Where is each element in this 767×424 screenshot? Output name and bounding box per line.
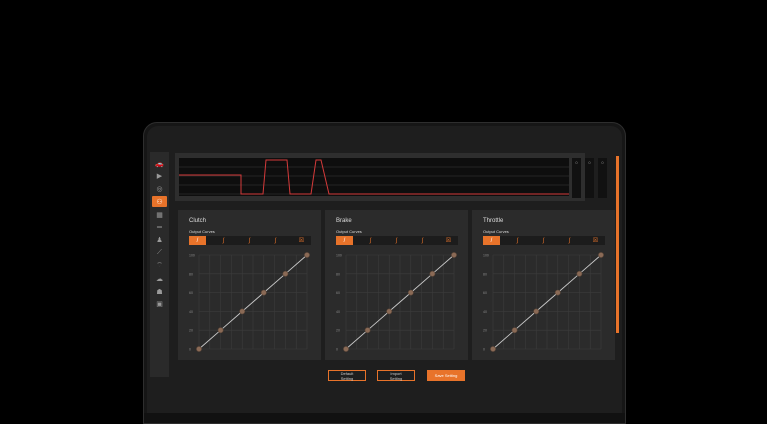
curve-control-point[interactable] [554,289,561,296]
sidebar-wheel-icon[interactable]: ◎ [152,184,167,195]
curve-control-point[interactable] [304,252,310,258]
curve-preset-1[interactable]: ∫ [215,236,232,245]
curve-control-point[interactable] [407,289,414,296]
curve-preset-1[interactable]: ∫ [509,236,526,245]
curve-preset-4[interactable]: ☒ [587,236,604,245]
sidebar-user-icon[interactable]: ☗ [152,286,167,297]
curve-preset-0[interactable]: / [483,236,500,245]
sidebar-settings-icon[interactable]: ▣ [152,299,167,310]
curve-control-point[interactable] [260,289,267,296]
telemetry-signal [179,159,569,195]
curve-preset-bar: / ∫ ∫ ∫ ☒ [189,236,311,245]
sidebar-handbrake-icon[interactable]: ═ [152,222,167,233]
y-tick-label: 100 [189,254,195,258]
telemetry-panel: 0 0 0 [175,153,607,201]
y-tick-label: 100 [336,254,342,258]
y-tick-label: 0 [189,348,191,352]
sidebar-video-icon[interactable]: ▶ [152,171,167,182]
curve-preset-bar: / ∫ ∫ ∫ ☒ [336,236,458,245]
save-setting-button[interactable]: Save Setting [427,370,465,381]
sidebar-car-icon[interactable]: 🚗 [152,158,167,169]
curve-control-point[interactable] [511,327,518,334]
curve-control-point[interactable] [429,270,436,277]
y-tick-label: 100 [483,254,489,258]
curve-control-point[interactable] [451,252,457,258]
sidebar-pedals-icon[interactable]: ⚇ [152,196,167,208]
y-tick-label: 40 [336,310,340,314]
sidebar-shifter-icon[interactable]: ⟋ [152,248,167,259]
curve-preset-2[interactable]: ∫ [388,236,405,245]
sidebar-seat-icon[interactable]: ♟ [152,235,167,246]
panel-title: Brake [336,218,352,224]
y-tick-label: 80 [483,272,487,276]
laptop-bezel-bottom [144,413,625,423]
scrollbar[interactable] [616,156,619,333]
panel-title: Clutch [189,218,207,224]
curve-preset-0[interactable]: / [189,236,206,245]
curve-control-point[interactable] [576,270,583,277]
y-tick-label: 60 [336,291,340,295]
curve-control-point[interactable] [217,327,224,334]
output-curves-label: Output Curves [336,229,362,234]
curve-control-point[interactable] [386,308,393,315]
y-tick-label: 20 [189,329,193,333]
panel-title: Throttle [483,218,504,224]
output-curve-chart[interactable]: 100 80 60 40 20 0 [483,251,605,355]
curve-preset-1[interactable]: ∫ [362,236,379,245]
y-tick-label: 0 [336,348,338,352]
meter-throttle: 0 [598,158,607,198]
import-setting-button[interactable]: Import Setting [377,370,415,381]
sidebar-wifi-icon[interactable]: ⌔ [152,260,167,271]
y-tick-label: 0 [483,348,485,352]
brake-panel: Brake Output Curves / ∫ ∫ ∫ ☒ 100 80 60 40 20 0 [325,210,468,360]
curve-control-point[interactable] [196,346,202,352]
y-tick-label: 40 [483,310,487,314]
curve-control-point[interactable] [282,270,289,277]
curve-preset-2[interactable]: ∫ [241,236,258,245]
sidebar-cloud-icon[interactable]: ☁ [152,273,167,284]
telemetry-graph [179,158,569,196]
default-setting-button[interactable]: Default Setting [328,370,366,381]
y-tick-label: 40 [189,310,193,314]
output-curve-chart[interactable]: 100 80 60 40 20 0 [336,251,458,355]
curve-preset-4[interactable]: ☒ [440,236,457,245]
curve-control-point[interactable] [533,308,540,315]
curve-control-point[interactable] [239,308,246,315]
output-curves-label: Output Curves [189,229,215,234]
sidebar-gear-icon[interactable]: ▦ [152,209,167,220]
curve-preset-4[interactable]: ☒ [293,236,310,245]
curve-preset-0[interactable]: / [336,236,353,245]
curve-preset-3[interactable]: ∫ [414,236,431,245]
curve-preset-3[interactable]: ∫ [267,236,284,245]
y-tick-label: 60 [483,291,487,295]
curve-control-point[interactable] [364,327,371,334]
throttle-panel: Throttle Output Curves / ∫ ∫ ∫ ☒ 100 80 60 40 20 0 [472,210,615,360]
output-curve-chart[interactable]: 100 80 60 40 20 0 [189,251,311,355]
curve-preset-3[interactable]: ∫ [561,236,578,245]
curve-control-point[interactable] [490,346,496,352]
y-tick-label: 20 [336,329,340,333]
app-screen: 🚗 ▶ ◎ ⚇ ▦ ═ ♟ ⟋ ⌔ ☁ ☗ ▣ 0 0 0 Clutch Output Curves / ∫… [147,126,622,423]
curve-control-point[interactable] [598,252,604,258]
y-tick-label: 20 [483,329,487,333]
y-tick-label: 80 [336,272,340,276]
curve-preset-bar: / ∫ ∫ ∫ ☒ [483,236,605,245]
sidebar: 🚗 ▶ ◎ ⚇ ▦ ═ ♟ ⟋ ⌔ ☁ ☗ ▣ [150,152,169,377]
laptop-frame: 🚗 ▶ ◎ ⚇ ▦ ═ ♟ ⟋ ⌔ ☁ ☗ ▣ 0 0 0 Clutch Output Curves / ∫… [143,122,626,424]
meter-brake: 0 [585,158,594,198]
y-tick-label: 80 [189,272,193,276]
meter-clutch: 0 [572,158,581,198]
curve-preset-2[interactable]: ∫ [535,236,552,245]
output-curves-label: Output Curves [483,229,509,234]
y-tick-label: 60 [189,291,193,295]
curve-control-point[interactable] [343,346,349,352]
telemetry-chart [179,159,569,195]
clutch-panel: Clutch Output Curves / ∫ ∫ ∫ ☒ 100 80 60 40 20 0 [178,210,321,360]
